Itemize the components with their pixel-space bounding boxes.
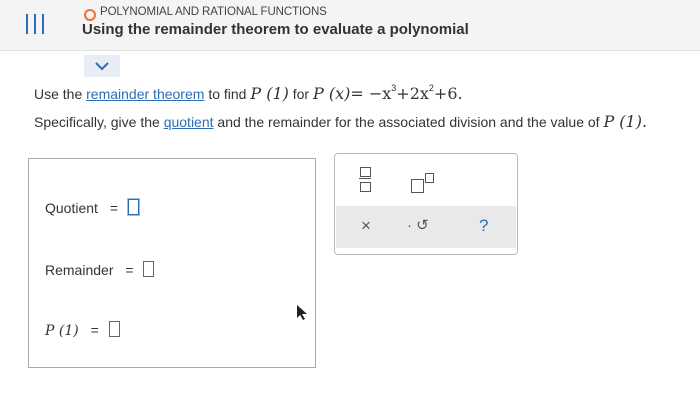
collapse-toggle[interactable] (84, 55, 120, 77)
mouse-cursor-icon (297, 305, 307, 320)
p1-label: P (1) (45, 323, 79, 339)
page-title: Using the remainder theorem to evaluate … (82, 21, 469, 38)
question-line-1: Use the remainder theorem to find P (1) … (34, 83, 463, 103)
undo-button[interactable]: · ↺ (407, 216, 429, 234)
undo-icon: ↺ (416, 217, 429, 234)
answer-area: Quotient = Remainder = P (1) = (28, 158, 316, 368)
clear-button[interactable]: × (361, 216, 371, 236)
quotient-label: Quotient (45, 200, 98, 216)
remainder-row: Remainder = (45, 261, 155, 278)
p1-row: P (1) = (45, 321, 120, 339)
header-bar: POLYNOMIAL AND RATIONAL FUNCTIONS Using … (0, 0, 700, 51)
quotient-row: Quotient = (45, 199, 139, 216)
math-toolbar: × · ↺ ? (334, 153, 518, 255)
menu-icon[interactable] (26, 14, 44, 34)
remainder-input[interactable] (143, 261, 155, 277)
remainder-label: Remainder (45, 262, 114, 278)
quotient-input[interactable] (127, 199, 139, 215)
topic-status-icon (84, 9, 96, 21)
remainder-theorem-link[interactable]: remainder theorem (86, 86, 204, 102)
quotient-link[interactable]: quotient (164, 114, 214, 130)
fraction-icon[interactable] (359, 166, 371, 192)
exponent-icon[interactable] (411, 172, 437, 193)
chevron-down-icon (95, 62, 109, 71)
topic-label: POLYNOMIAL AND RATIONAL FUNCTIONS (100, 6, 327, 18)
question-line-2: Specifically, give the quotient and the … (34, 112, 648, 131)
p1-input[interactable] (108, 321, 120, 337)
help-button[interactable]: ? (479, 216, 488, 236)
